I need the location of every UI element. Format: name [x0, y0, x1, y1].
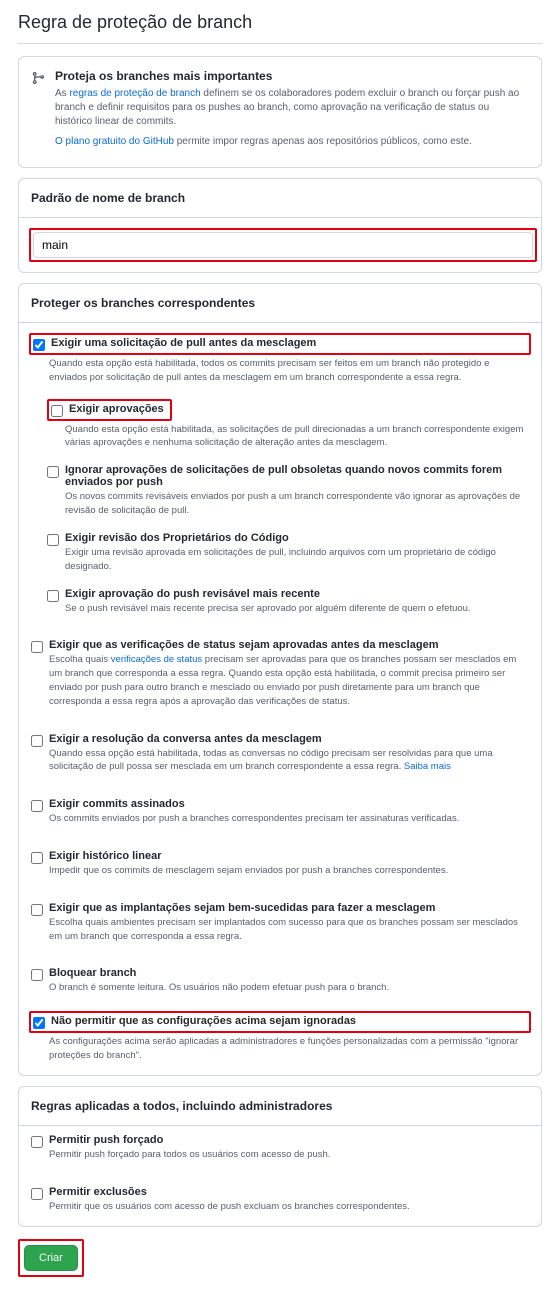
force-push-label: Permitir push forçado [49, 1134, 529, 1146]
pattern-panel: Padrão de nome de branch [18, 178, 542, 273]
protect-header: Proteger os branches correspondentes [19, 284, 541, 323]
require-approvals-checkbox[interactable] [51, 405, 63, 417]
pattern-header: Padrão de nome de branch [19, 179, 541, 218]
linear-label: Exigir histórico linear [49, 850, 529, 862]
lastpush-checkbox[interactable] [47, 590, 59, 602]
allow-delete-desc: Permitir que os usuários com acesso de p… [49, 1201, 410, 1212]
lock-checkbox[interactable] [31, 969, 43, 981]
branch-icon [31, 71, 45, 155]
info-heading: Proteja os branches mais importantes [55, 69, 529, 83]
all-rules-header: Regras aplicadas a todos, incluindo admi… [19, 1087, 541, 1126]
require-approvals-label: Exigir aprovações [69, 403, 164, 415]
dismiss-stale-label: Ignorar aprovações de solicitações de pu… [65, 464, 529, 488]
linear-desc: Impedir que os commits de mesclagem seja… [49, 865, 448, 876]
highlight-require-pr: Exigir uma solicitação de pull antes da … [29, 333, 531, 355]
highlight-require-approvals: Exigir aprovações [47, 399, 172, 421]
status-checks-checkbox[interactable] [31, 641, 43, 653]
conversation-desc: Quando essa opção está habilitada, todas… [49, 748, 493, 773]
signed-desc: Os commits enviados por push a branches … [49, 813, 459, 824]
signed-checkbox[interactable] [31, 800, 43, 812]
signed-label: Exigir commits assinados [49, 798, 529, 810]
codeowners-label: Exigir revisão dos Proprietários do Códi… [65, 532, 529, 544]
require-approvals-desc: Quando esta opção está habilitada, as so… [65, 424, 523, 449]
highlight-pattern [29, 228, 537, 262]
require-pr-desc: Quando esta opção está habilitada, todos… [49, 358, 489, 383]
codeowners-desc: Exigir uma revisão aprovada em solicitaç… [65, 547, 496, 572]
info-link-plan[interactable]: O plano gratuito do GitHub [55, 136, 174, 147]
info-text-1: As regras de proteção de branch definem … [55, 87, 529, 129]
dismiss-stale-checkbox[interactable] [47, 466, 59, 478]
title-divider [18, 43, 542, 44]
lastpush-label: Exigir aprovação do push revisável mais … [65, 588, 529, 600]
conversation-label: Exigir a resolução da conversa antes da … [49, 733, 529, 745]
lastpush-desc: Se o push revisável mais recente precisa… [65, 603, 471, 614]
dismiss-stale-desc: Os novos commits revisáveis enviados por… [65, 491, 520, 516]
allow-delete-label: Permitir exclusões [49, 1186, 529, 1198]
create-button[interactable]: Criar [24, 1245, 78, 1271]
force-push-checkbox[interactable] [31, 1136, 43, 1148]
require-pr-checkbox[interactable] [33, 339, 45, 351]
status-checks-label: Exigir que as verificações de status sej… [49, 639, 529, 651]
nobypass-desc: As configurações acima serão aplicadas a… [49, 1036, 518, 1061]
status-checks-desc: Escolha quais verificações de status pre… [49, 654, 516, 706]
allow-delete-checkbox[interactable] [31, 1188, 43, 1200]
all-rules-panel: Regras aplicadas a todos, incluindo admi… [18, 1086, 542, 1227]
conversation-checkbox[interactable] [31, 735, 43, 747]
info-panel: Proteja os branches mais importantes As … [18, 56, 542, 168]
force-push-desc: Permitir push forçado para todos os usuá… [49, 1149, 330, 1160]
nobypass-label: Não permitir que as configurações acima … [51, 1015, 523, 1027]
highlight-nobypass: Não permitir que as configurações acima … [29, 1011, 531, 1033]
codeowners-checkbox[interactable] [47, 534, 59, 546]
protect-panel: Proteger os branches correspondentes Exi… [18, 283, 542, 1076]
info-link-rules[interactable]: regras de proteção de branch [69, 88, 200, 99]
deploy-label: Exigir que as implantações sejam bem-suc… [49, 902, 529, 914]
info-text-2: O plano gratuito do GitHub permite impor… [55, 135, 529, 149]
branch-pattern-input[interactable] [33, 232, 533, 258]
conversation-link[interactable]: Saiba mais [404, 761, 451, 772]
status-checks-link[interactable]: verificações de status [111, 654, 202, 665]
page-title: Regra de proteção de branch [18, 12, 542, 33]
lock-label: Bloquear branch [49, 967, 529, 979]
require-pr-label: Exigir uma solicitação de pull antes da … [51, 337, 523, 349]
highlight-create: Criar [18, 1239, 84, 1277]
deploy-desc: Escolha quais ambientes precisam ser imp… [49, 917, 518, 942]
deploy-checkbox[interactable] [31, 904, 43, 916]
lock-desc: O branch é somente leitura. Os usuários … [49, 982, 389, 993]
nobypass-checkbox[interactable] [33, 1017, 45, 1029]
linear-checkbox[interactable] [31, 852, 43, 864]
